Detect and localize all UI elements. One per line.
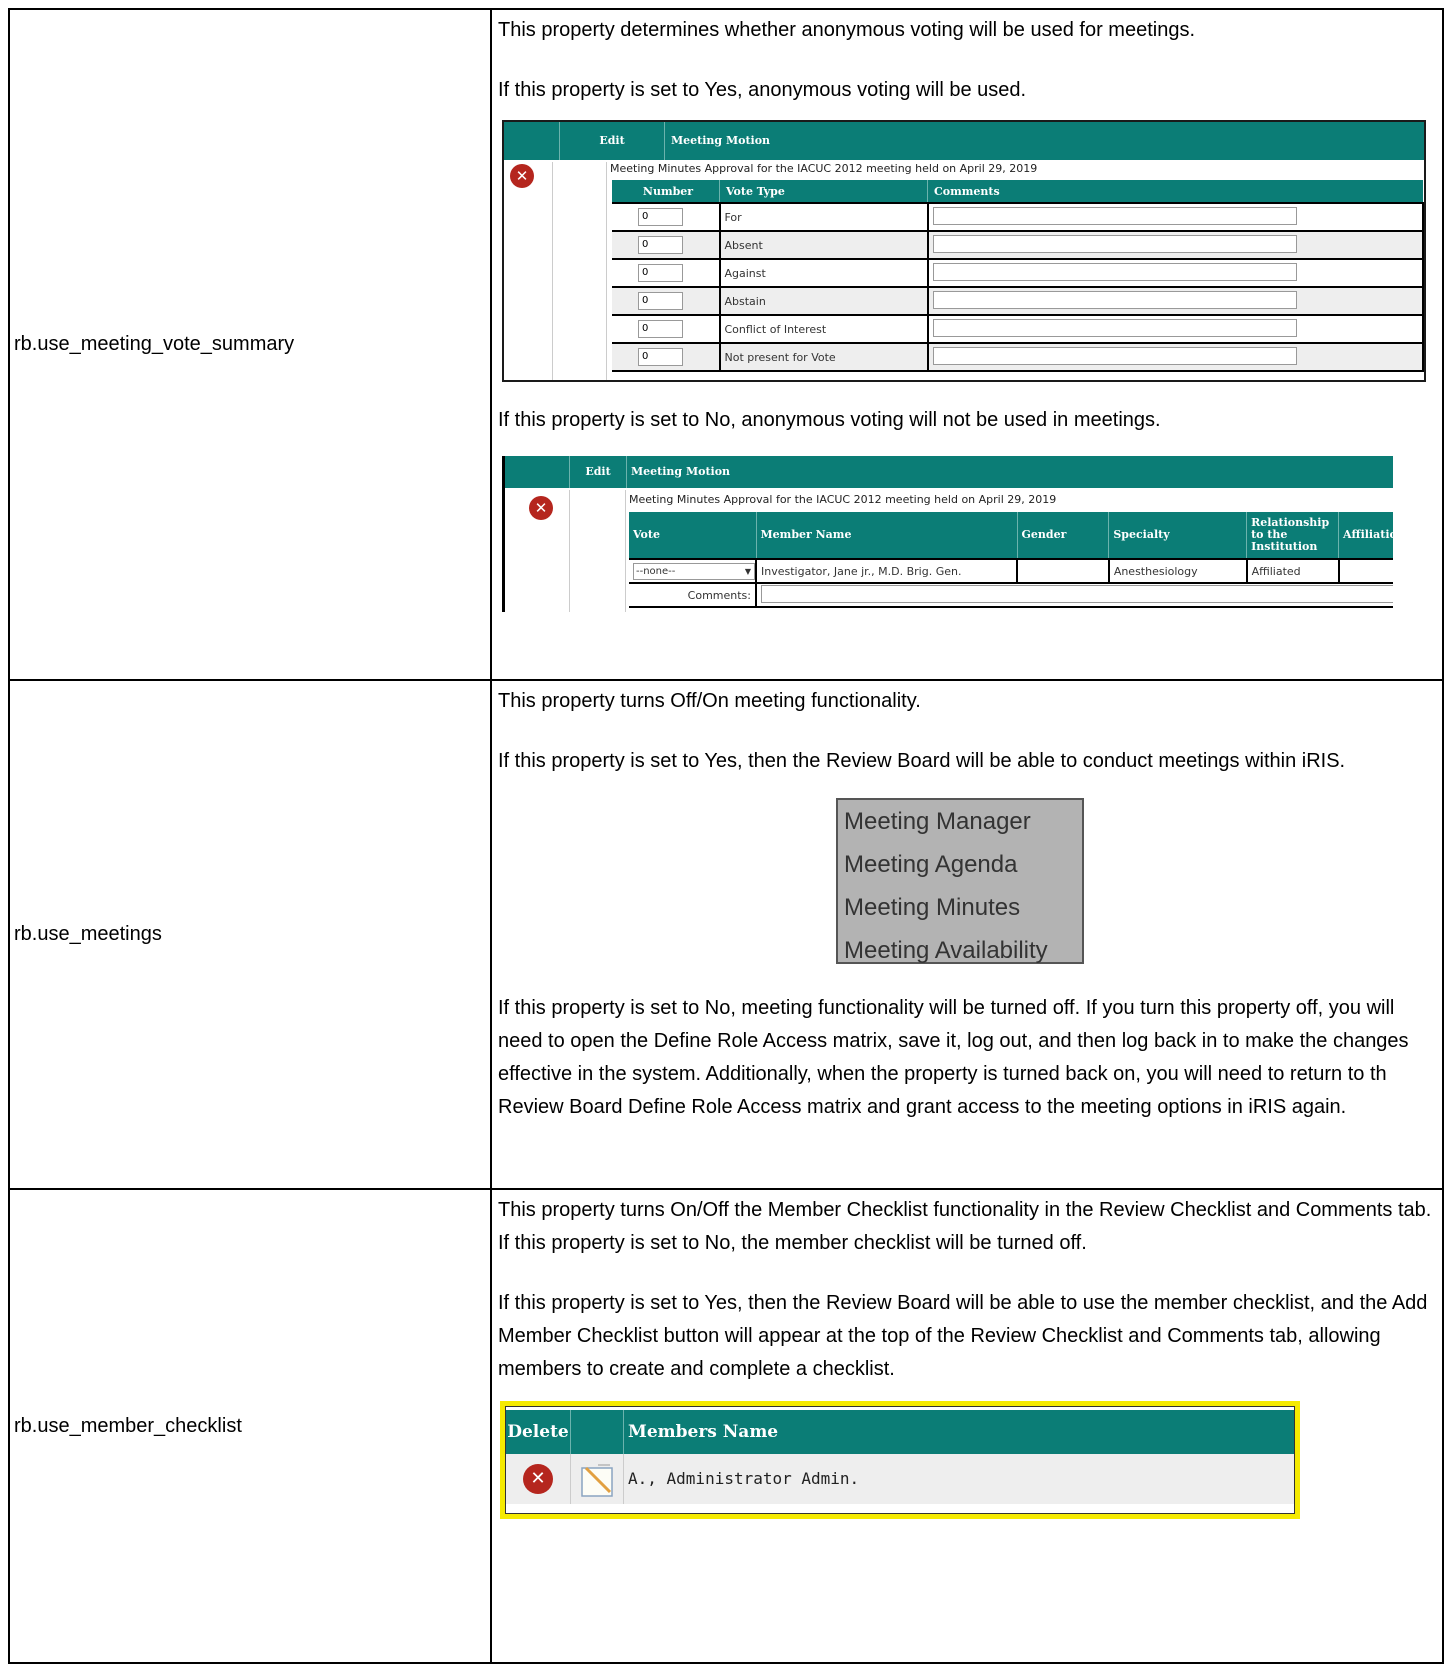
member-name: Investigator, Jane jr., M.D. Brig. Gen. — [755, 558, 1019, 584]
vote-number-input[interactable]: 0 — [638, 208, 683, 226]
description-paragraph: If this property is set to Yes, then the… — [498, 750, 1346, 772]
vote-comment-input[interactable] — [932, 346, 1297, 365]
menu-item-meeting-agenda[interactable]: Meeting Agenda — [838, 845, 1082, 888]
motion-text: Meeting Minutes Approval for the IACUC 2… — [629, 493, 1057, 506]
delete-column-header: Delete — [507, 1422, 569, 1442]
properties-table: rb.use_meeting_vote_summary This propert… — [8, 8, 1444, 1664]
meeting-motion-header: Meeting Motion — [664, 122, 1424, 160]
number-column-header: Number — [642, 184, 694, 198]
vote-select-value: --none-- — [636, 565, 676, 577]
delete-icon[interactable]: ✕ — [523, 1464, 553, 1494]
table-row: Comments: — [629, 582, 1393, 608]
vote-comment-input[interactable] — [932, 206, 1297, 225]
vote-summary-screenshot: Edit Meeting Motion ✕ Meeting Minutes Ap… — [502, 120, 1426, 382]
comments-label: Comments: — [629, 582, 757, 608]
vote-comment-input[interactable] — [932, 234, 1297, 253]
vote-type: Not present for Vote — [719, 342, 929, 372]
member-gender — [1016, 558, 1110, 584]
vote-count-table: Number Vote Type Comments 0 For 0 Absent — [612, 180, 1424, 372]
delete-icon[interactable]: ✕ — [529, 496, 553, 520]
description-paragraph: This property turns On/Off the Member Ch… — [498, 1199, 1432, 1254]
menu-item-meeting-minutes[interactable]: Meeting Minutes — [838, 888, 1082, 931]
vote-comment-input[interactable] — [932, 290, 1297, 309]
member-comment-input[interactable] — [761, 584, 1393, 603]
table-row: 0 Against — [612, 258, 1424, 288]
description-paragraph: If this property is set to No, meeting f… — [498, 997, 1409, 1118]
vote-number-input[interactable]: 0 — [638, 320, 683, 338]
relationship-column-header: Relationship to the Institution — [1246, 512, 1339, 559]
menu-item-meeting-availability[interactable]: Meeting Availability — [838, 931, 1082, 974]
vote-comment-input[interactable] — [932, 262, 1297, 281]
dropdown-arrow-icon: ▼ — [744, 566, 751, 576]
delete-icon[interactable]: ✕ — [510, 164, 534, 188]
description-paragraph: If this property is set to No, anonymous… — [498, 409, 1161, 431]
member-vote-table: Vote Member Name Gender Specialty Relati… — [629, 512, 1393, 608]
vote-type: For — [719, 202, 929, 232]
member-name-column-header: Member Name — [755, 512, 1018, 559]
description-paragraph: This property turns Off/On meeting funct… — [498, 690, 921, 712]
meeting-menu-screenshot: Meeting Manager Meeting Agenda Meeting M… — [836, 798, 1084, 964]
property-description: This property determines whether anonymo… — [490, 8, 1444, 681]
property-description: This property turns Off/On meeting funct… — [490, 679, 1444, 1190]
description-paragraph: This property determines whether anonymo… — [498, 19, 1196, 41]
table-row: 0 For — [612, 202, 1424, 232]
vote-type: Absent — [719, 230, 929, 260]
description-paragraph: If this property is set to Yes, then the… — [498, 1292, 1428, 1380]
property-row: rb.use_meeting_vote_summary This propert… — [8, 8, 1444, 681]
motion-text: Meeting Minutes Approval for the IACUC 2… — [610, 162, 1038, 175]
vote-type-column-header: Vote Type — [719, 180, 928, 203]
property-description: This property turns On/Off the Member Ch… — [490, 1188, 1444, 1664]
menu-item-meeting-manager[interactable]: Meeting Manager — [838, 802, 1082, 845]
member-name: A., Administrator Admin. — [623, 1454, 1294, 1504]
edit-column-header: Edit — [559, 122, 664, 160]
members-name-column-header: Members Name — [623, 1410, 1294, 1454]
vote-number-input[interactable]: 0 — [638, 348, 683, 366]
comments-column-header: Comments — [927, 180, 1423, 203]
vote-comment-input[interactable] — [932, 318, 1297, 337]
vote-column-header: Vote — [633, 528, 660, 541]
edit-column-header: Edit — [569, 456, 626, 488]
vote-select[interactable]: --none-- ▼ — [633, 562, 755, 580]
property-row: rb.use_member_checklist This property tu… — [8, 1188, 1444, 1664]
table-row: 0 Absent — [612, 230, 1424, 260]
vote-type: Abstain — [719, 286, 929, 316]
vote-number-input[interactable]: 0 — [638, 236, 683, 254]
description-paragraph: If this property is set to Yes, anonymou… — [498, 79, 1027, 101]
specialty-column-header: Specialty — [1108, 512, 1247, 559]
vote-number-input[interactable]: 0 — [638, 292, 683, 310]
table-row: 0 Not present for Vote — [612, 342, 1424, 372]
property-name: rb.use_meeting_vote_summary — [8, 8, 492, 681]
table-row: --none-- ▼ Investigator, Jane jr., M.D. … — [629, 558, 1393, 584]
property-name: rb.use_meetings — [8, 679, 492, 1190]
table-row: ✕ A., Administrator Admin. — [506, 1454, 1294, 1504]
meeting-motion-header: Meeting Motion — [626, 456, 1393, 488]
gender-column-header: Gender — [1016, 512, 1109, 559]
table-row: 0 Conflict of Interest — [612, 314, 1424, 344]
member-specialty: Anesthesiology — [1108, 558, 1248, 584]
property-name: rb.use_member_checklist — [8, 1188, 492, 1664]
member-vote-header: Edit Meeting Motion — [505, 456, 1393, 488]
affiliation-column-header: Affiliatio — [1338, 512, 1393, 559]
vote-type: Against — [719, 258, 929, 288]
member-checklist-screenshot: Delete Members Name ✕ A., Administrator … — [500, 1401, 1300, 1519]
member-relationship: Affiliated — [1246, 558, 1340, 584]
property-row: rb.use_meetings This property turns Off/… — [8, 679, 1444, 1190]
member-affiliation — [1338, 558, 1393, 584]
vote-type: Conflict of Interest — [719, 314, 929, 344]
vote-summary-header: Edit Meeting Motion — [504, 122, 1424, 160]
member-vote-screenshot: Edit Meeting Motion ✕ Meeting Minutes Ap… — [502, 456, 1393, 612]
member-checklist-header: Delete Members Name — [506, 1410, 1294, 1454]
notepad-icon[interactable] — [570, 1454, 623, 1504]
vote-number-input[interactable]: 0 — [638, 264, 683, 282]
table-row: 0 Abstain — [612, 286, 1424, 316]
